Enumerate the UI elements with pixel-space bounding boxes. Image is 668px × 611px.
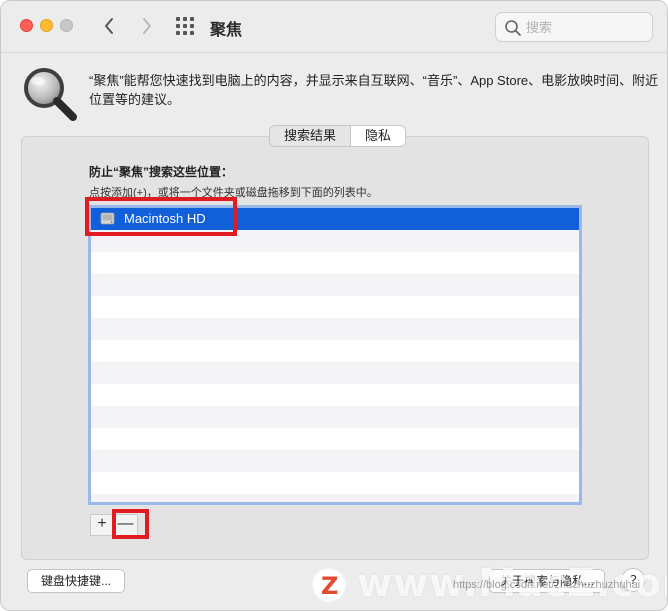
excluded-locations-list[interactable]: Macintosh HD [88, 205, 582, 505]
watermark-url: https://blog.csdn.net/zhuzhuzhuzhuhai [453, 579, 641, 591]
spotlight-description: “聚焦”能帮您快速找到电脑上的内容，并显示来自互联网、“音乐”、App Stor… [89, 73, 659, 107]
list-row-empty [91, 384, 579, 406]
search-icon [505, 20, 521, 36]
spotlight-magnifier-icon [24, 68, 77, 121]
list-row-empty [91, 296, 579, 318]
grid-icon [176, 17, 194, 35]
close-window-button[interactable] [20, 19, 33, 32]
privacy-hint: 点按添加(+)，或将一个文件夹或磁盘拖移到下面的列表中。 [89, 187, 378, 199]
list-row-empty [91, 340, 579, 362]
minimize-window-button[interactable] [40, 19, 53, 32]
chevron-right-icon [143, 18, 151, 34]
remove-location-button[interactable]: — [114, 514, 138, 536]
list-row-empty [91, 318, 579, 340]
list-item-macintosh-hd[interactable]: Macintosh HD [91, 208, 579, 230]
list-item-label: Macintosh HD [124, 211, 206, 226]
privacy-heading: 防止“聚焦”搜索这些位置： [89, 165, 234, 179]
preferences-window: 聚焦 “聚焦”能帮您快速找到电脑上的内容，并显示来自互联网、“音乐”、App S… [0, 0, 668, 611]
search-input[interactable] [526, 18, 646, 36]
add-location-button[interactable]: + [90, 514, 114, 536]
list-row-empty [91, 230, 579, 252]
window-title: 聚焦 [210, 22, 243, 39]
hard-disk-icon [100, 212, 115, 225]
list-row-empty [91, 428, 579, 450]
tab-group: 搜索结果 隐私 [269, 125, 407, 147]
list-row-empty [91, 362, 579, 384]
titlebar: 聚焦 [1, 1, 667, 53]
keyboard-shortcuts-button[interactable]: 键盘快捷键... [27, 569, 125, 593]
list-row-empty [91, 450, 579, 472]
tab-privacy[interactable]: 隐私 [350, 126, 406, 146]
list-row-empty [91, 406, 579, 428]
show-all-grid-button[interactable] [176, 17, 195, 36]
list-row-empty [91, 472, 579, 494]
back-button[interactable] [98, 13, 122, 39]
watermark-logo-letter: Z [321, 572, 339, 600]
list-row-empty [91, 252, 579, 274]
zoom-window-button[interactable] [60, 19, 73, 32]
search-field[interactable] [495, 12, 653, 42]
chevron-left-icon [105, 18, 113, 34]
list-row-empty [91, 494, 579, 502]
forward-button[interactable] [134, 13, 158, 39]
list-row-empty [91, 274, 579, 296]
watermark-logo: Z [311, 567, 347, 603]
list-controls: + — [90, 514, 138, 536]
tab-search-results[interactable]: 搜索结果 [270, 126, 350, 146]
